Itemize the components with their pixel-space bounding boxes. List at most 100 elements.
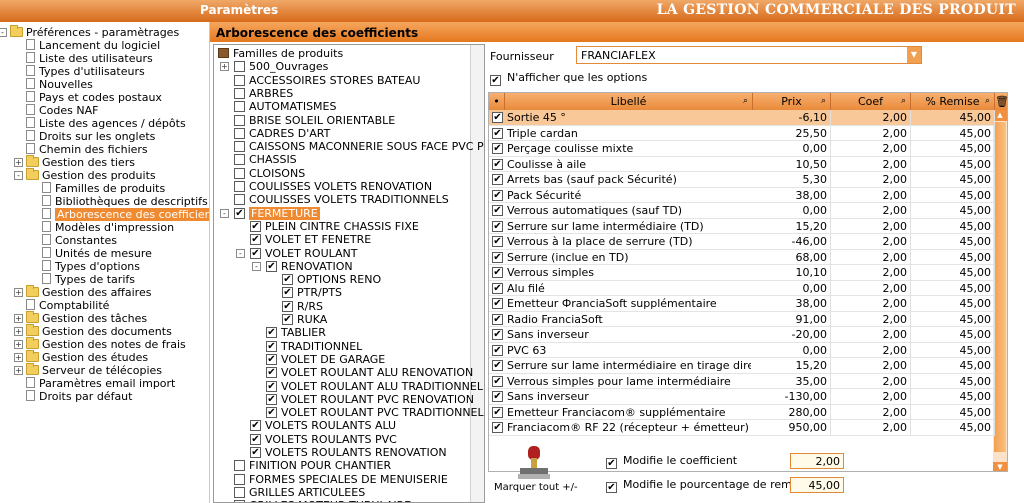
table-row[interactable]: ✔ Sortie 45 ° -6,10 2,00 45,00 bbox=[489, 110, 995, 126]
cell-coef[interactable]: 2,00 bbox=[831, 327, 911, 342]
nav-item[interactable]: Gestion des notes de frais bbox=[26, 337, 186, 351]
cell-remise[interactable]: 45,00 bbox=[911, 420, 995, 435]
nav-item[interactable]: Serveur de télécopies bbox=[26, 363, 162, 377]
family-item[interactable]: OPTIONS RENO bbox=[297, 273, 381, 286]
nav-item[interactable]: Types de tarifs bbox=[42, 273, 135, 286]
family-checkbox[interactable]: ✔ bbox=[266, 407, 277, 419]
cell-remise[interactable]: 45,00 bbox=[911, 172, 995, 187]
family-item[interactable]: VOLET ROULANT ALU TRADITIONNEL bbox=[281, 380, 483, 393]
row-checkbox[interactable]: ✔ bbox=[492, 313, 503, 325]
col-prix[interactable]: Prix ⌕ bbox=[753, 93, 831, 110]
family-item[interactable]: 500_Ouvrages bbox=[249, 60, 328, 73]
cell-prix[interactable]: 38,00 bbox=[753, 296, 831, 311]
cell-coef[interactable]: 2,00 bbox=[831, 234, 911, 249]
table-row[interactable]: ✔ Emetteur Franciacom® supplémentaire 280,… bbox=[489, 404, 995, 420]
nav-item[interactable]: Types d'utilisateurs bbox=[26, 65, 145, 78]
table-row[interactable]: ✔ Perçage coulisse mixte 0,00 2,00 45,00 bbox=[489, 141, 995, 157]
family-checkbox[interactable]: ✔ bbox=[250, 447, 261, 458]
table-row[interactable]: ✔ Serrure sur lame intermédiaire (TD) 15,2… bbox=[489, 218, 995, 234]
col-libelle[interactable]: Libellé ⌕ bbox=[505, 93, 753, 110]
cell-prix[interactable]: 950,00 bbox=[753, 420, 831, 435]
cell-remise[interactable]: 45,00 bbox=[911, 218, 995, 234]
cell-coef[interactable]: 2,00 bbox=[831, 110, 911, 125]
family-item[interactable]: VOLET ROULANT PVC RENOVATION bbox=[281, 393, 474, 406]
options-only-checkbox[interactable]: ✔ bbox=[490, 75, 501, 86]
cell-libelle[interactable]: Verrous simples bbox=[507, 265, 751, 280]
cell-coef[interactable]: 2,00 bbox=[831, 373, 911, 389]
cell-coef[interactable]: 2,00 bbox=[831, 358, 911, 373]
cell-libelle[interactable]: Serrure (inclue en TD) bbox=[507, 250, 751, 265]
table-row[interactable]: ✔ Coulisse à aile 10,50 2,00 45,00 bbox=[489, 156, 995, 172]
family-item[interactable]: CADRES D'ART bbox=[249, 127, 330, 140]
cell-libelle[interactable]: Franciacom® RF 22 (récepteur + émetteur) bbox=[507, 420, 751, 435]
search-icon[interactable]: ⌕ bbox=[985, 93, 990, 110]
family-item[interactable]: RUKA bbox=[297, 313, 327, 326]
family-checkbox[interactable]: ✔ bbox=[250, 433, 261, 445]
cell-libelle[interactable]: PVC 63 bbox=[507, 343, 751, 358]
options-only-toggle[interactable]: ✔ N'afficher que les options bbox=[490, 71, 647, 86]
nav-item[interactable]: Droits sur les onglets bbox=[26, 130, 155, 143]
table-row[interactable]: ✔ Emetteur ФranciaSoft supplémentaire 38,0… bbox=[489, 296, 995, 312]
nav-item[interactable]: Bibliothèques de descriptifs bbox=[42, 195, 208, 208]
family-checkbox[interactable]: ✔ bbox=[266, 367, 277, 379]
row-checkbox[interactable]: ✔ bbox=[492, 143, 503, 154]
cell-coef[interactable]: 2,00 bbox=[831, 265, 911, 280]
family-item[interactable]: VOLET DE GARAGE bbox=[281, 353, 385, 366]
expand-toggle-icon[interactable]: + bbox=[14, 327, 23, 336]
family-checkbox[interactable] bbox=[234, 167, 245, 179]
family-checkbox[interactable]: ✔ bbox=[282, 274, 293, 286]
cell-coef[interactable]: 2,00 bbox=[831, 156, 911, 172]
cell-remise[interactable]: 45,00 bbox=[911, 234, 995, 249]
table-row[interactable]: ✔ Alu filé 0,00 2,00 45,00 bbox=[489, 280, 995, 296]
row-checkbox[interactable]: ✔ bbox=[492, 344, 503, 356]
nav-tree[interactable]: - Préférences - paramètrages Lancement du … bbox=[0, 22, 210, 503]
cell-prix[interactable]: 5,30 bbox=[753, 172, 831, 187]
family-item[interactable]: VOLET ROULANT bbox=[265, 247, 358, 260]
cell-libelle[interactable]: Verrous simples pour lame intermédiaire bbox=[507, 374, 751, 389]
scroll-up-icon[interactable]: ▲ bbox=[993, 110, 1007, 121]
row-checkbox[interactable]: ✔ bbox=[492, 174, 503, 185]
cell-coef[interactable]: 2,00 bbox=[831, 141, 911, 156]
cell-libelle[interactable]: Coulisse à aile bbox=[507, 157, 751, 172]
nav-item[interactable]: Codes NAF bbox=[26, 104, 98, 117]
family-item[interactable]: ACCESSOIRES STORES BATEAU bbox=[249, 74, 420, 87]
trash-icon[interactable]: 🗑 bbox=[995, 93, 1007, 110]
nav-item[interactable]: Familles de produits bbox=[42, 182, 165, 195]
nav-item[interactable]: Modèles d'impression bbox=[42, 221, 174, 234]
family-item[interactable]: PTR/PTS bbox=[297, 286, 342, 299]
family-checkbox[interactable]: ✔ bbox=[250, 247, 261, 259]
family-checkbox[interactable]: ✔ bbox=[250, 420, 261, 432]
cell-libelle[interactable]: Verrous à la place de serrure (TD) bbox=[507, 234, 751, 249]
cell-coef[interactable]: 2,00 bbox=[831, 311, 911, 327]
table-row[interactable]: ✔ Verrous à la place de serrure (TD) -46,0… bbox=[489, 234, 995, 250]
family-item[interactable]: BRISE SOLEIL ORIENTABLE bbox=[249, 114, 395, 127]
cell-coef[interactable]: 2,00 bbox=[831, 404, 911, 420]
cell-libelle[interactable]: Emetteur ФranciaSoft supplémentaire bbox=[507, 296, 751, 311]
row-checkbox[interactable]: ✔ bbox=[492, 422, 503, 433]
cell-prix[interactable]: 280,00 bbox=[753, 404, 831, 420]
family-checkbox[interactable]: ✔ bbox=[282, 287, 293, 299]
nav-item[interactable]: Liste des agences / dépôts bbox=[26, 117, 186, 130]
row-checkbox[interactable]: ✔ bbox=[492, 220, 503, 232]
row-checkbox[interactable]: ✔ bbox=[492, 189, 503, 201]
table-row[interactable]: ✔ Verrous simples pour lame intermédiaire… bbox=[489, 373, 995, 389]
row-checkbox[interactable]: ✔ bbox=[492, 360, 503, 371]
cell-prix[interactable]: 68,00 bbox=[753, 249, 831, 265]
row-checkbox[interactable]: ✔ bbox=[492, 127, 503, 139]
expand-toggle-icon[interactable]: + bbox=[14, 288, 23, 297]
cell-remise[interactable]: 45,00 bbox=[911, 125, 995, 141]
cell-remise[interactable]: 45,00 bbox=[911, 342, 995, 358]
family-item[interactable]: PLEIN CINTRE CHASSIS FIXE bbox=[265, 220, 419, 233]
family-checkbox[interactable]: ✔ bbox=[266, 260, 277, 272]
family-item[interactable]: FERMETURE bbox=[249, 206, 320, 220]
cell-remise[interactable]: 45,00 bbox=[911, 296, 995, 311]
cell-prix[interactable]: 0,00 bbox=[753, 141, 831, 156]
cell-remise[interactable]: 45,00 bbox=[911, 404, 995, 420]
supplier-select[interactable]: FRANCIAFLEX ▼ bbox=[576, 46, 922, 64]
family-item[interactable]: AUTOMATISMES bbox=[249, 100, 336, 113]
family-checkbox[interactable]: ✔ bbox=[250, 220, 261, 232]
nav-item[interactable]: Gestion des tiers bbox=[26, 155, 135, 169]
coef-input[interactable]: 2,00 bbox=[790, 453, 844, 469]
family-checkbox[interactable] bbox=[234, 87, 245, 99]
family-item[interactable]: GRILLES MOTEUR TUBULAIRE bbox=[249, 499, 411, 502]
